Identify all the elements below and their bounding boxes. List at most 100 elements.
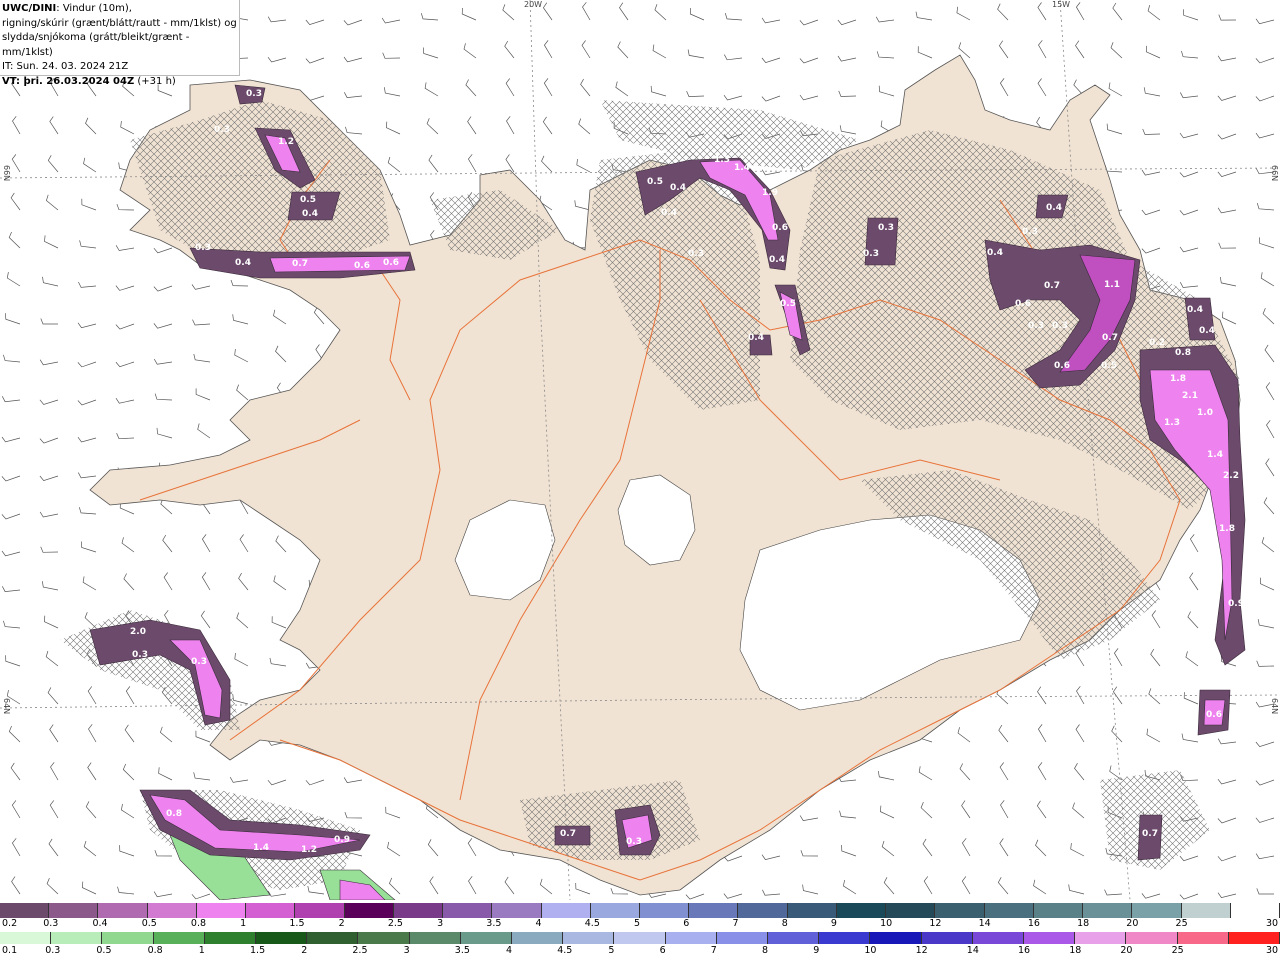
legend-swatch [1181,903,1231,918]
legend-swatch [1033,903,1084,918]
legend-tick-label: 0.4 [92,918,108,929]
legend-tick-label: 14 [978,918,991,929]
legend-swatch [460,932,512,944]
snow-legend-ticks: 0.2 0.3 0.4 0.5 0.8 1 1.5 2 2.5 3 3.5 4 4.5 5 6 7 8 9 10 12… [0,918,1280,931]
legend-swatch [590,903,640,918]
precip-value: 0.3 [863,249,879,259]
legend-tick-label: 3.5 [486,918,502,929]
legend-swatch [512,932,564,944]
precip-value: 0.4 [661,208,677,218]
legend-swatch [689,903,739,918]
legend-tick-label: 25 [1171,945,1184,956]
precip-value: 0.4 [302,209,318,219]
precip-value: 0.4 [1187,305,1203,315]
lat-64n-left-label: 64N [2,698,11,714]
legend-tick-label: 4.5 [557,945,573,956]
legend-swatch [492,903,542,918]
precip-value: 0.4 [769,255,785,265]
precip-value: 0.8 [1175,348,1191,358]
precip-value: 0.4 [1046,203,1062,213]
rain-legend-ticks: 0.1 0.3 0.5 0.8 1 1.5 2 2.5 3 3.5 4 4.5 5 6 7 8 9 10 12 14 1… [0,945,1280,959]
title-line-2: rigning/skúrir (grænt/blátt/rautt - mm/1… [2,17,237,29]
legend-swatch [819,932,871,944]
legend-swatch [51,932,103,944]
legend-tick-label: 6 [659,945,666,956]
precip-value: 0.9 [1228,599,1244,609]
legend-swatch [204,932,256,944]
precip-value: 0.6 [772,223,788,233]
legend-tick-label: 12 [915,945,928,956]
legend-tick-label: 1 [198,945,205,956]
legend-swatch [443,903,493,918]
legend-tick-label: 1.5 [289,918,305,929]
precip-value: 0.5 [780,299,796,309]
precip-value: 0.3 [195,243,211,253]
legend-tick-label: 16 [1018,945,1031,956]
precip-value: 1.8 [1219,524,1235,534]
legend-swatch [102,932,154,944]
precip-value: 0.7 [1102,333,1118,343]
legend-tick-label: 2 [338,918,345,929]
precip-value: 1.4 [1207,450,1223,460]
legend-tick-label: 4 [506,945,513,956]
legend-tick-label: 6 [683,918,690,929]
precip-value: 1.2 [278,137,294,147]
precip-value: 0.3 [878,223,894,233]
legend-swatch [1075,932,1127,944]
legend-swatch [972,932,1024,944]
legend-tick-label: 3.5 [454,945,470,956]
valid-time: VT: þri. 26.03.2024 04Z [2,75,135,87]
legend-tick-label: 0.3 [45,945,61,956]
title-line-3: slydda/snjókoma (grátt/bleikt/grænt - mm… [2,32,190,58]
legend-tick-label: 0.5 [141,918,157,929]
valid-time-line: VT: þri. 26.03.2024 04Z (+31 h) [2,75,239,90]
legend-swatch [935,903,985,918]
legend-tick-label: 5 [634,918,641,929]
legend-swatch [1024,932,1076,944]
legend-tick-label: 4 [535,918,542,929]
title-line: UWC/DINI: Vindur (10m), [2,2,239,17]
legend-swatch [921,932,973,944]
legend-swatch [886,903,936,918]
precip-value: 1.2 [301,845,317,855]
precip-value: 0.3 [1052,321,1068,331]
legend-tick-label: 20 [1120,945,1133,956]
precip-value: 1.4 [253,843,269,853]
legend-tick-label: 5 [608,945,615,956]
legend-tick-label: 18 [1069,945,1082,956]
precip-value: 1.3 [1164,418,1180,428]
legend-swatch [541,903,591,918]
legend-swatch [98,903,148,918]
precip-value: 0.4 [748,333,764,343]
precip-value: 0.4 [235,258,251,268]
legend-tick-label: 2.5 [352,945,368,956]
legend-tick-label: 2 [301,945,308,956]
precip-value: 0.8 [166,809,182,819]
precip-value: 1.8 [1170,374,1186,384]
legend-tick-label: 0.1 [2,945,18,956]
precip-value: 0.5 [1101,361,1117,371]
legend-tick-label: 4.5 [584,918,600,929]
legend-tick-label: 0.8 [147,945,163,956]
precip-value: 0.9 [334,835,350,845]
precip-value: 0.3 [688,249,704,259]
legend-swatch [393,903,444,918]
legend-swatch [1177,932,1229,944]
precip-value: 2.2 [1223,471,1239,481]
legend-swatch [768,932,820,944]
legend-swatch [787,903,837,918]
legend-swatch [640,903,690,918]
legend-tick-label: 30 [1266,945,1279,956]
precip-value: 0.6 [383,258,399,268]
legend-tick-label: 1.5 [250,945,266,956]
forecast-offset: (+31 h) [137,75,176,87]
lon-20w-label: 20W [524,0,542,9]
lat-66n-right-label: 66N [1270,165,1279,181]
precip-value: 0.3 [132,650,148,660]
legend-tick-label: 3 [403,945,410,956]
precip-value: 1.9 [762,188,778,198]
legend-tick-label: 0.3 [43,918,59,929]
legend-swatch [716,932,768,944]
legend-tick-label: 3 [437,918,444,929]
legend-swatch [409,932,461,944]
